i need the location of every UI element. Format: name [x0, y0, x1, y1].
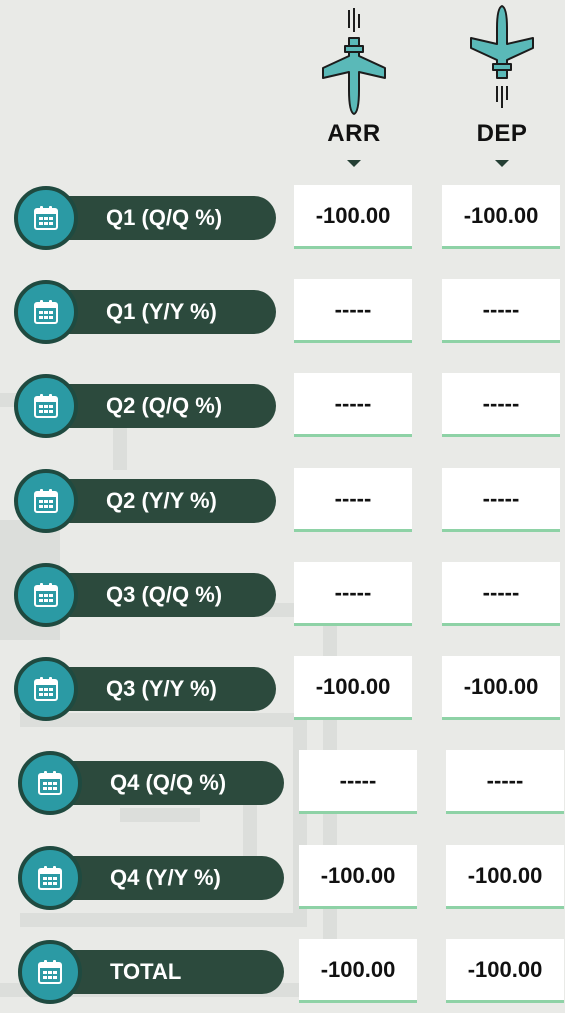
period-label: Q2 (Q/Q %)	[106, 393, 223, 418]
period-label: Q4 (Y/Y %)	[110, 865, 221, 890]
calendar-icon	[38, 866, 62, 890]
chevron-down-icon[interactable]	[495, 160, 509, 167]
arr-value-cell: -----	[294, 279, 412, 343]
table-row: TOTAL -100.00 -100.00	[0, 931, 565, 1013]
calendar-icon	[38, 960, 62, 984]
table-row: Q3 (Y/Y %) -100.00 -100.00	[0, 648, 565, 730]
period-label: Q1 (Q/Q %)	[106, 205, 223, 230]
calendar-icon-badge	[18, 846, 82, 910]
calendar-icon-badge	[14, 657, 78, 721]
arr-value-cell: -----	[299, 750, 417, 814]
dep-value-cell: -----	[442, 373, 560, 437]
arr-value-cell: -100.00	[299, 939, 417, 1003]
period-label: TOTAL	[110, 959, 182, 984]
calendar-icon-badge	[18, 751, 82, 815]
table-row: Q4 (Q/Q %) ----- -----	[0, 742, 565, 824]
dep-value-cell: -100.00	[442, 185, 560, 249]
arr-value-cell: -----	[294, 562, 412, 626]
dep-value-cell: -----	[442, 279, 560, 343]
period-label: Q2 (Y/Y %)	[106, 488, 217, 513]
calendar-icon-badge	[14, 186, 78, 250]
arr-value-cell: -----	[294, 373, 412, 437]
calendar-icon	[34, 300, 58, 324]
calendar-icon	[34, 677, 58, 701]
arr-value-cell: -100.00	[299, 845, 417, 909]
column-label-arr: ARR	[327, 120, 381, 147]
table-row: Q4 (Y/Y %) -100.00 -100.00	[0, 837, 565, 919]
dep-value-cell: -----	[442, 468, 560, 532]
calendar-icon-badge	[14, 280, 78, 344]
chevron-down-icon[interactable]	[347, 160, 361, 167]
period-label: Q1 (Y/Y %)	[106, 299, 217, 324]
column-header-departures[interactable]: DEP	[442, 0, 562, 167]
calendar-icon-badge	[14, 374, 78, 438]
table-row: Q3 (Q/Q %) ----- -----	[0, 554, 565, 636]
airplane-takeoff-icon	[470, 5, 534, 108]
arr-value-cell: -100.00	[294, 185, 412, 249]
column-header-arrivals[interactable]: ARR	[294, 0, 414, 167]
table-row: Q1 (Q/Q %) -100.00 -100.00	[0, 177, 565, 259]
arr-value-cell: -----	[294, 468, 412, 532]
airplane-landing-icon	[322, 8, 386, 115]
calendar-icon	[38, 771, 62, 795]
arr-value-cell: -100.00	[294, 656, 412, 720]
period-label: Q3 (Q/Q %)	[106, 582, 223, 607]
calendar-icon	[34, 206, 58, 230]
dep-value-cell: -----	[446, 750, 564, 814]
period-label: Q4 (Q/Q %)	[110, 770, 227, 795]
period-label: Q3 (Y/Y %)	[106, 676, 217, 701]
column-label-dep: DEP	[476, 120, 528, 147]
table-row: Q2 (Y/Y %) ----- -----	[0, 460, 565, 542]
calendar-icon-badge	[14, 563, 78, 627]
calendar-icon-badge	[14, 469, 78, 533]
calendar-icon-badge	[18, 940, 82, 1004]
table-row: Q2 (Q/Q %) ----- -----	[0, 365, 565, 447]
dep-value-cell: -----	[442, 562, 560, 626]
calendar-icon	[34, 394, 58, 418]
dep-value-cell: -100.00	[446, 939, 564, 1003]
table-row: Q1 (Y/Y %) ----- -----	[0, 271, 565, 353]
calendar-icon	[34, 583, 58, 607]
dep-value-cell: -100.00	[446, 845, 564, 909]
calendar-icon	[34, 489, 58, 513]
dep-value-cell: -100.00	[442, 656, 560, 720]
